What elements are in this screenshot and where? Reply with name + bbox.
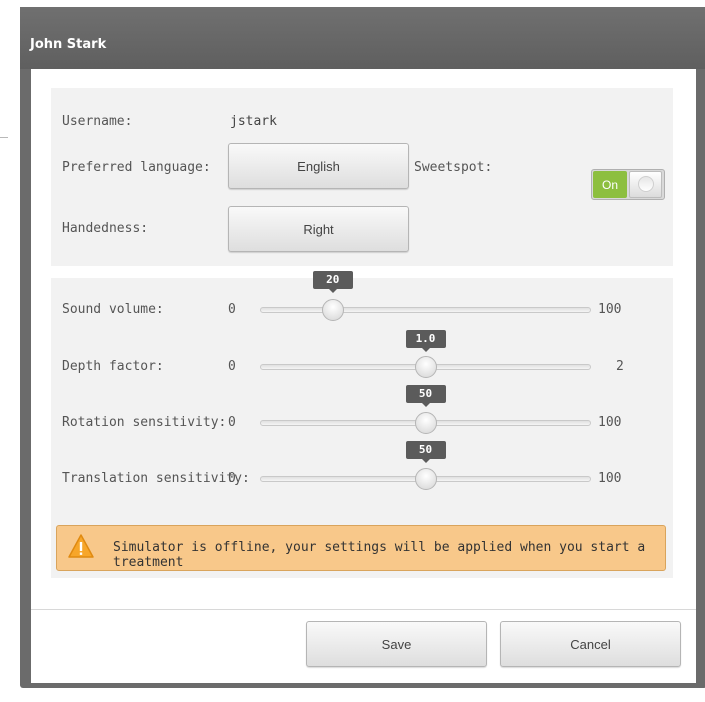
slider-max: 100 [598,302,622,317]
slider-label: Rotation sensitivity: [62,415,227,430]
slider-thumb[interactable] [414,412,437,434]
sliders-panel: Sound volume: 0 20 100 Depth factor: 0 1… [51,271,673,578]
warning-icon [68,534,94,558]
slider-min: 0 [228,471,236,486]
sweetspot-label: Sweetspot: [414,160,493,175]
slider-value-tooltip: 50 [405,385,446,407]
dialog-title: John Stark [30,37,107,52]
warning-text: Simulator is offline, your settings will… [113,540,646,570]
cancel-button[interactable]: Cancel [500,621,681,667]
handedness-label: Handedness: [62,221,149,236]
slider-label: Sound volume: [62,302,164,317]
slider-value-tooltip: 1.0 [405,330,446,352]
slider-max: 100 [598,471,622,486]
toggle-on-label: On [593,171,627,198]
user-settings-dialog: John Stark Username: jstark Preferred la… [20,7,705,688]
slider-thumb[interactable] [321,299,344,321]
backdrop-divider [0,137,8,138]
slider-thumb[interactable] [414,356,437,378]
handedness-select-button[interactable]: Right [228,206,409,252]
toggle-knob[interactable] [629,171,662,198]
offline-warning: Simulator is offline, your settings will… [56,525,666,571]
slider-max: 2 [616,359,624,374]
dialog-body: Username: jstark Preferred language: Eng… [31,69,696,683]
dialog-titlebar[interactable]: John Stark [20,7,705,69]
profile-panel: Username: jstark Preferred language: Eng… [51,88,673,266]
username-value: jstark [230,114,277,129]
slider-label: Depth factor: [62,359,164,374]
language-label: Preferred language: [62,160,211,175]
slider-min: 0 [228,302,236,317]
slider-max: 100 [598,415,622,430]
footer-divider [31,609,696,610]
slider-min: 0 [228,359,236,374]
slider-label: Translation sensitivity: [62,471,250,486]
username-label: Username: [62,114,133,129]
slider-track[interactable] [260,307,591,313]
slider-value-tooltip: 50 [405,441,446,463]
sweetspot-toggle[interactable]: On [591,169,665,200]
save-button[interactable]: Save [306,621,487,667]
language-select-button[interactable]: English [228,143,409,189]
slider-value-tooltip: 20 [312,271,353,293]
slider-thumb[interactable] [414,468,437,490]
slider-min: 0 [228,415,236,430]
